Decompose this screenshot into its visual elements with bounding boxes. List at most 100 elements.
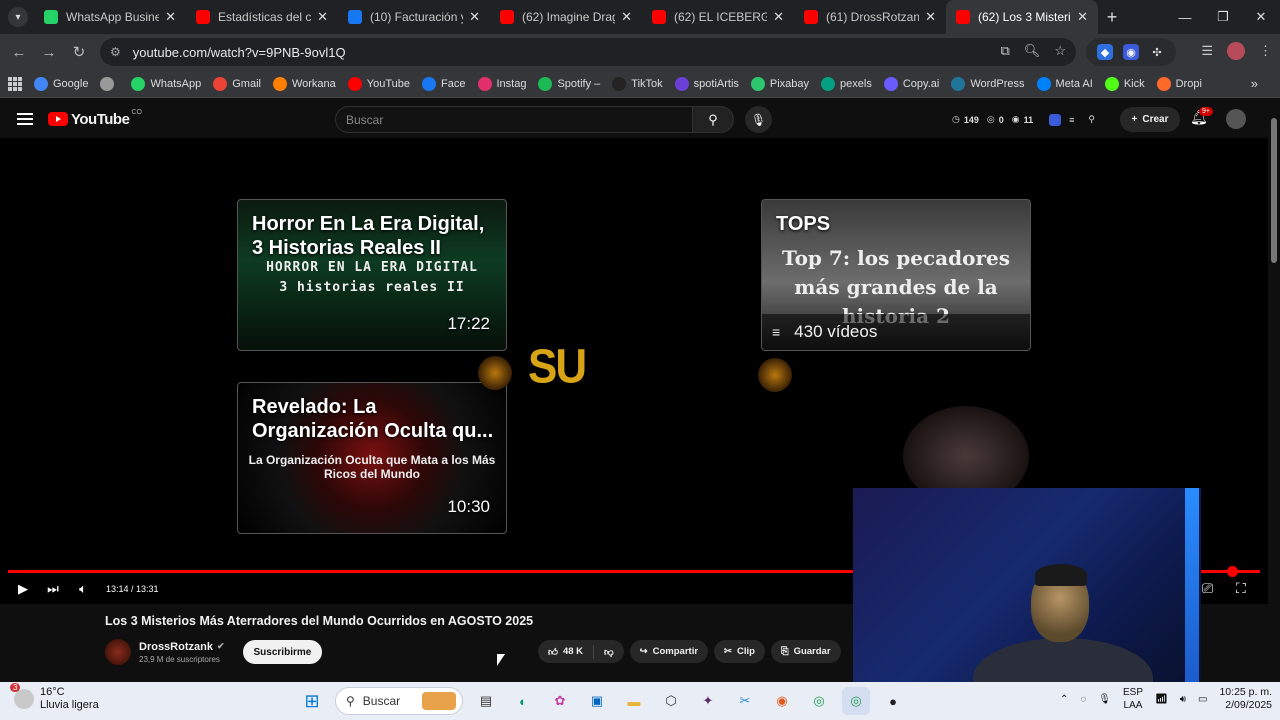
reading-list-icon[interactable]: ☰: [1201, 43, 1213, 59]
weather-widget[interactable]: 3 16°C Lluvia ligera: [10, 683, 99, 712]
bookmark-item[interactable]: WhatsApp: [131, 76, 201, 91]
search-button[interactable]: ⚲: [692, 106, 734, 133]
store-icon[interactable]: ▣: [583, 687, 611, 715]
restore-icon[interactable]: ❐: [1204, 0, 1242, 34]
reload-icon[interactable]: ↻: [64, 37, 94, 67]
browser-tab[interactable]: (62) EL ICEBERG DE L ✕: [642, 0, 794, 34]
extension-icon[interactable]: ◉: [1123, 44, 1139, 60]
bookmark-item[interactable]: spotiArtis: [674, 76, 739, 91]
forward-icon[interactable]: →: [34, 37, 64, 67]
share-button[interactable]: ↪ Compartir: [629, 640, 709, 663]
clock[interactable]: 10:25 p. m. 2/09/2025: [1219, 686, 1272, 712]
fullscreen-icon[interactable]: ⛶: [1236, 580, 1246, 597]
url-field[interactable]: ⚙ youtube.com/watch?v=9PNB-9ovl1Q ⧉ 🔍︎ ☆: [100, 38, 1076, 66]
tab-close-icon[interactable]: ✕: [165, 9, 176, 25]
channel-avatar[interactable]: [105, 639, 131, 665]
channel-name[interactable]: DrossRotzank: [139, 641, 213, 653]
app-icon[interactable]: ⬡: [657, 687, 685, 715]
profile-avatar[interactable]: [1227, 42, 1245, 60]
bookmark-item[interactable]: Copy.ai: [883, 76, 939, 91]
hamburger-menu-icon[interactable]: [17, 113, 33, 125]
tab-close-icon[interactable]: ✕: [621, 9, 632, 25]
firefox-icon[interactable]: ◉: [768, 687, 796, 715]
bookmark-item[interactable]: Dropi: [1156, 76, 1202, 91]
bookmark-item[interactable]: [100, 76, 119, 91]
edge-icon[interactable]: ◐: [509, 687, 537, 715]
scrollbar-thumb[interactable]: [1271, 118, 1277, 263]
apps-grid-icon[interactable]: [8, 76, 22, 91]
browser-tab[interactable]: (10) Facturación y pa ✕: [338, 0, 490, 34]
tab-close-icon[interactable]: ✕: [317, 9, 328, 25]
obs-icon[interactable]: ●: [879, 687, 907, 715]
cast-icon[interactable]: ⎚: [1202, 580, 1213, 597]
battery-icon[interactable]: ▭: [1198, 694, 1207, 705]
seek-handle[interactable]: [1227, 566, 1238, 577]
taskbar-search[interactable]: ⚲ Buscar: [335, 687, 463, 715]
bookmark-item[interactable]: Spotify –: [538, 76, 600, 91]
task-view-icon[interactable]: ▤: [472, 687, 500, 715]
file-explorer-icon[interactable]: ▬: [620, 687, 648, 715]
wifi-icon[interactable]: 📶︎: [1155, 694, 1168, 705]
page-scrollbar[interactable]: [1268, 100, 1280, 680]
extension-icon[interactable]: [1049, 113, 1062, 126]
install-app-icon[interactable]: ⧉: [1001, 43, 1010, 59]
browser-tab[interactable]: Estadísticas del canal ✕: [186, 0, 338, 34]
extension-icon[interactable]: ◆: [1097, 44, 1113, 60]
youtube-logo[interactable]: YouTube CO: [48, 109, 142, 128]
tab-close-icon[interactable]: ✕: [469, 9, 480, 25]
site-info-icon[interactable]: ⚙: [110, 45, 121, 59]
close-window-icon[interactable]: ✕: [1242, 0, 1280, 34]
end-card-video[interactable]: Revelado: La Organización Oculta qu... L…: [237, 382, 507, 534]
browser-tab[interactable]: WhatsApp Business ✕: [34, 0, 186, 34]
tab-close-icon[interactable]: ✕: [1077, 9, 1088, 25]
tab-close-icon[interactable]: ✕: [925, 9, 936, 25]
dislike-button[interactable]: 👎︎: [594, 646, 624, 658]
new-tab-button[interactable]: +: [1098, 3, 1126, 31]
back-icon[interactable]: ←: [4, 37, 34, 67]
windows-start-icon[interactable]: ⊞: [298, 687, 326, 715]
bookmark-item[interactable]: Kick: [1104, 76, 1145, 91]
bookmark-item[interactable]: TikTok: [612, 76, 663, 91]
browser-tab[interactable]: (62) Los 3 Misterios M ✕: [946, 0, 1098, 34]
bookmark-item[interactable]: YouTube: [347, 76, 410, 91]
account-avatar[interactable]: [1226, 109, 1246, 129]
more-bookmarks-icon[interactable]: »: [1251, 76, 1258, 91]
bookmark-item[interactable]: Workana: [272, 76, 336, 91]
play-icon[interactable]: ▶: [8, 581, 38, 597]
end-card-playlist[interactable]: TOPS Top 7: los pecadores más grandes de…: [761, 199, 1031, 351]
browser-tab[interactable]: (62) Imagine Dragon ✕: [490, 0, 642, 34]
save-button[interactable]: ⎘ Guardar: [770, 640, 841, 663]
list-icon[interactable]: ≡: [1069, 115, 1074, 125]
chrome-active-icon[interactable]: ◎: [842, 687, 870, 715]
zoom-icon[interactable]: 🔍︎: [1024, 43, 1041, 59]
volume-icon[interactable]: 🔈︎: [68, 581, 98, 597]
tab-close-icon[interactable]: ✕: [773, 9, 784, 25]
bookmark-item[interactable]: Gmail: [213, 76, 261, 91]
menu-dots-icon[interactable]: ⋮: [1259, 43, 1272, 59]
bookmark-item[interactable]: Instag: [477, 76, 526, 91]
end-card-video[interactable]: HORROR EN LA ERA DIGITAL 3 historias rea…: [237, 199, 507, 351]
url-text[interactable]: youtube.com/watch?v=9PNB-9ovl1Q: [133, 45, 346, 60]
minimize-icon[interactable]: —: [1166, 0, 1204, 34]
clip-button[interactable]: ✂ Clip: [714, 640, 765, 663]
next-icon[interactable]: ⏭: [38, 581, 68, 597]
browser-tab[interactable]: (61) DrossRotzank - ✕: [794, 0, 946, 34]
bookmark-item[interactable]: Pixabay: [750, 76, 809, 91]
chevron-up-icon[interactable]: ⌃: [1060, 694, 1068, 705]
copilot-icon[interactable]: ✿: [546, 687, 574, 715]
bookmark-item[interactable]: Google: [34, 76, 88, 91]
tab-search-button[interactable]: ▾: [8, 7, 28, 27]
chrome-icon[interactable]: ◎: [805, 687, 833, 715]
voice-search-button[interactable]: 🎙︎: [745, 106, 772, 133]
mic-tray-icon[interactable]: 🎙︎: [1098, 694, 1111, 705]
language-indicator[interactable]: ESP LAA: [1123, 686, 1143, 712]
bookmark-item[interactable]: pexels: [821, 76, 872, 91]
create-button[interactable]: + Crear: [1120, 107, 1180, 132]
bookmark-item[interactable]: Meta AI: [1036, 76, 1093, 91]
like-button[interactable]: 👍︎ 48 K: [538, 644, 595, 659]
pin-icon[interactable]: ⚲: [1088, 114, 1095, 125]
search-input[interactable]: Buscar: [335, 106, 693, 133]
bookmark-item[interactable]: Face: [422, 76, 466, 91]
speaker-icon[interactable]: 🔊︎: [1180, 694, 1186, 705]
tray-app-icon[interactable]: ◌: [1080, 694, 1086, 705]
